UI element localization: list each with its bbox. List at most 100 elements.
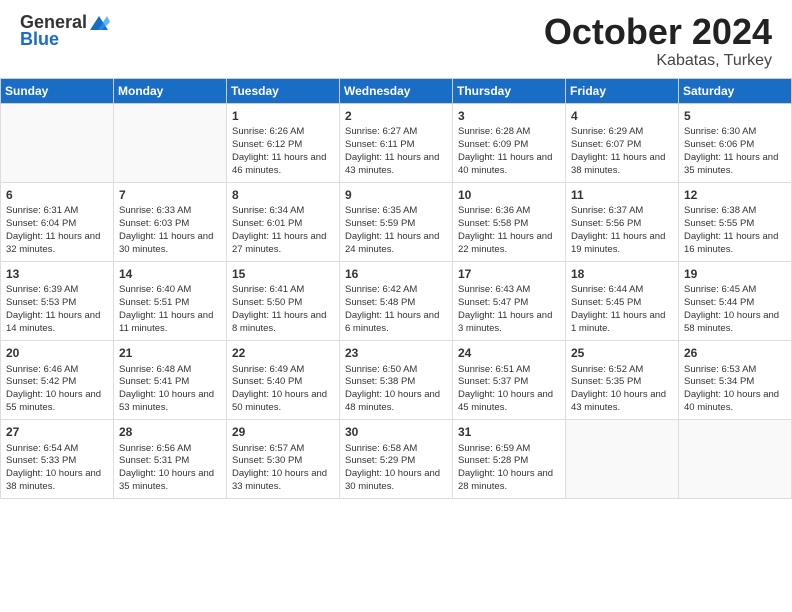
- day-info: Sunrise: 6:39 AM Sunset: 5:53 PM Dayligh…: [6, 284, 108, 335]
- calendar-cell: 22 Sunrise: 6:49 AM Sunset: 5:40 PM Dayli…: [227, 340, 340, 419]
- calendar-cell: [566, 419, 679, 498]
- calendar-cell: 13Sunrise: 6:39 AM Sunset: 5:53 PM Dayli…: [1, 261, 114, 340]
- day-number: 28: [119, 424, 221, 441]
- col-header-saturday: Saturday: [679, 78, 792, 103]
- day-number: 23: [345, 345, 447, 362]
- calendar-cell: 24 Sunrise: 6:51 AM Sunset: 5:37 PM Dayli…: [453, 340, 566, 419]
- logo: General Blue: [20, 12, 111, 50]
- day-number: 8: [232, 187, 334, 204]
- calendar-cell: [114, 103, 227, 182]
- col-header-thursday: Thursday: [453, 78, 566, 103]
- day-info: Sunrise: 6:53 AM Sunset: 5:34 PM Dayligh…: [684, 364, 786, 415]
- calendar-cell: 25Sunrise: 6:52 AM Sunset: 5:35 PM Dayli…: [566, 340, 679, 419]
- day-info: Sunrise: 6:41 AM Sunset: 5:50 PM Dayligh…: [232, 284, 334, 335]
- calendar-cell: 23 Sunrise: 6:50 AM Sunset: 5:38 PM Dayli…: [340, 340, 453, 419]
- calendar-cell: 18Sunrise: 6:44 AM Sunset: 5:45 PM Dayli…: [566, 261, 679, 340]
- calendar-cell: 12Sunrise: 6:38 AM Sunset: 5:55 PM Dayli…: [679, 182, 792, 261]
- calendar-cell: 31 Sunrise: 6:59 AM Sunset: 5:28 PM Dayli…: [453, 419, 566, 498]
- calendar-cell: 14Sunrise: 6:40 AM Sunset: 5:51 PM Dayli…: [114, 261, 227, 340]
- col-header-tuesday: Tuesday: [227, 78, 340, 103]
- day-info: Sunrise: 6:51 AM Sunset: 5:37 PM Dayligh…: [458, 364, 560, 415]
- day-info: Sunrise: 6:31 AM Sunset: 6:04 PM Dayligh…: [6, 205, 108, 256]
- day-info: Sunrise: 6:29 AM Sunset: 6:07 PM Dayligh…: [571, 126, 673, 177]
- day-info: Sunrise: 6:59 AM Sunset: 5:28 PM Dayligh…: [458, 443, 560, 494]
- day-info: Sunrise: 6:46 AM Sunset: 5:42 PM Dayligh…: [6, 364, 108, 415]
- calendar-cell: [679, 419, 792, 498]
- calendar-table: SundayMondayTuesdayWednesdayThursdayFrid…: [0, 78, 792, 499]
- day-info: Sunrise: 6:36 AM Sunset: 5:58 PM Dayligh…: [458, 205, 560, 256]
- calendar-cell: 27 Sunrise: 6:54 AM Sunset: 5:33 PM Dayli…: [1, 419, 114, 498]
- day-number: 12: [684, 187, 786, 204]
- day-info: Sunrise: 6:42 AM Sunset: 5:48 PM Dayligh…: [345, 284, 447, 335]
- day-info: Sunrise: 6:30 AM Sunset: 6:06 PM Dayligh…: [684, 126, 786, 177]
- calendar-cell: 20 Sunrise: 6:46 AM Sunset: 5:42 PM Dayli…: [1, 340, 114, 419]
- day-number: 20: [6, 345, 108, 362]
- day-info: Sunrise: 6:57 AM Sunset: 5:30 PM Dayligh…: [232, 443, 334, 494]
- day-number: 17: [458, 266, 560, 283]
- calendar-cell: 30 Sunrise: 6:58 AM Sunset: 5:29 PM Dayli…: [340, 419, 453, 498]
- day-info: Sunrise: 6:28 AM Sunset: 6:09 PM Dayligh…: [458, 126, 560, 177]
- calendar-cell: 7Sunrise: 6:33 AM Sunset: 6:03 PM Daylig…: [114, 182, 227, 261]
- calendar-cell: 19Sunrise: 6:45 AM Sunset: 5:44 PM Dayli…: [679, 261, 792, 340]
- day-info: Sunrise: 6:48 AM Sunset: 5:41 PM Dayligh…: [119, 364, 221, 415]
- day-info: Sunrise: 6:50 AM Sunset: 5:38 PM Dayligh…: [345, 364, 447, 415]
- day-info: Sunrise: 6:56 AM Sunset: 5:31 PM Dayligh…: [119, 443, 221, 494]
- calendar-cell: 21 Sunrise: 6:48 AM Sunset: 5:41 PM Dayli…: [114, 340, 227, 419]
- day-info: Sunrise: 6:35 AM Sunset: 5:59 PM Dayligh…: [345, 205, 447, 256]
- calendar-cell: 15Sunrise: 6:41 AM Sunset: 5:50 PM Dayli…: [227, 261, 340, 340]
- day-number: 1: [232, 108, 334, 125]
- title-month: October 2024: [544, 12, 772, 52]
- calendar-cell: 5Sunrise: 6:30 AM Sunset: 6:06 PM Daylig…: [679, 103, 792, 182]
- day-info: Sunrise: 6:44 AM Sunset: 5:45 PM Dayligh…: [571, 284, 673, 335]
- day-number: 30: [345, 424, 447, 441]
- col-header-friday: Friday: [566, 78, 679, 103]
- day-number: 21: [119, 345, 221, 362]
- day-number: 25: [571, 345, 673, 362]
- day-number: 2: [345, 108, 447, 125]
- calendar-cell: 26Sunrise: 6:53 AM Sunset: 5:34 PM Dayli…: [679, 340, 792, 419]
- day-number: 11: [571, 187, 673, 204]
- day-number: 5: [684, 108, 786, 125]
- day-number: 9: [345, 187, 447, 204]
- title-block: October 2024 Kabatas, Turkey: [544, 12, 772, 70]
- calendar-cell: 9Sunrise: 6:35 AM Sunset: 5:59 PM Daylig…: [340, 182, 453, 261]
- day-number: 18: [571, 266, 673, 283]
- header: General Blue October 2024 Kabatas, Turke…: [0, 0, 792, 78]
- title-location: Kabatas, Turkey: [544, 52, 772, 70]
- calendar-cell: 28 Sunrise: 6:56 AM Sunset: 5:31 PM Dayli…: [114, 419, 227, 498]
- calendar-cell: [1, 103, 114, 182]
- day-info: Sunrise: 6:49 AM Sunset: 5:40 PM Dayligh…: [232, 364, 334, 415]
- day-number: 31: [458, 424, 560, 441]
- day-info: Sunrise: 6:43 AM Sunset: 5:47 PM Dayligh…: [458, 284, 560, 335]
- day-number: 29: [232, 424, 334, 441]
- day-number: 24: [458, 345, 560, 362]
- calendar-cell: 17Sunrise: 6:43 AM Sunset: 5:47 PM Dayli…: [453, 261, 566, 340]
- day-number: 19: [684, 266, 786, 283]
- calendar-cell: 16Sunrise: 6:42 AM Sunset: 5:48 PM Dayli…: [340, 261, 453, 340]
- page: General Blue October 2024 Kabatas, Turke…: [0, 0, 792, 612]
- calendar-cell: 1Sunrise: 6:26 AM Sunset: 6:12 PM Daylig…: [227, 103, 340, 182]
- calendar-cell: 6Sunrise: 6:31 AM Sunset: 6:04 PM Daylig…: [1, 182, 114, 261]
- calendar-cell: 4Sunrise: 6:29 AM Sunset: 6:07 PM Daylig…: [566, 103, 679, 182]
- day-number: 16: [345, 266, 447, 283]
- calendar-cell: 29 Sunrise: 6:57 AM Sunset: 5:30 PM Dayli…: [227, 419, 340, 498]
- calendar-cell: 11Sunrise: 6:37 AM Sunset: 5:56 PM Dayli…: [566, 182, 679, 261]
- day-info: Sunrise: 6:37 AM Sunset: 5:56 PM Dayligh…: [571, 205, 673, 256]
- day-number: 27: [6, 424, 108, 441]
- day-info: Sunrise: 6:38 AM Sunset: 5:55 PM Dayligh…: [684, 205, 786, 256]
- day-info: Sunrise: 6:26 AM Sunset: 6:12 PM Dayligh…: [232, 126, 334, 177]
- day-number: 15: [232, 266, 334, 283]
- calendar-cell: 3Sunrise: 6:28 AM Sunset: 6:09 PM Daylig…: [453, 103, 566, 182]
- logo-blue: Blue: [20, 29, 59, 50]
- day-info: Sunrise: 6:54 AM Sunset: 5:33 PM Dayligh…: [6, 443, 108, 494]
- day-number: 7: [119, 187, 221, 204]
- day-number: 10: [458, 187, 560, 204]
- day-info: Sunrise: 6:45 AM Sunset: 5:44 PM Dayligh…: [684, 284, 786, 335]
- day-number: 22: [232, 345, 334, 362]
- day-number: 3: [458, 108, 560, 125]
- calendar-cell: 10Sunrise: 6:36 AM Sunset: 5:58 PM Dayli…: [453, 182, 566, 261]
- logo-icon: [88, 14, 110, 32]
- day-info: Sunrise: 6:27 AM Sunset: 6:11 PM Dayligh…: [345, 126, 447, 177]
- day-info: Sunrise: 6:34 AM Sunset: 6:01 PM Dayligh…: [232, 205, 334, 256]
- day-info: Sunrise: 6:58 AM Sunset: 5:29 PM Dayligh…: [345, 443, 447, 494]
